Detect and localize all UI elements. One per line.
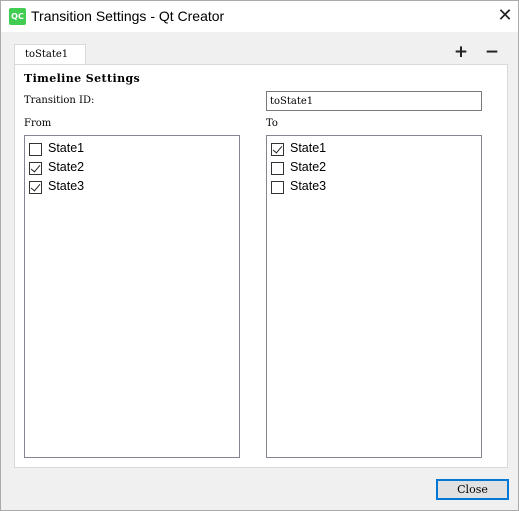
to-state-checkbox[interactable] [271,162,284,175]
tab-tostate1[interactable]: toState1 [14,44,86,65]
add-transition-icon[interactable]: + [451,42,471,62]
remove-transition-icon[interactable]: − [482,42,502,62]
to-states-list[interactable]: State1 State2 State3 [266,135,482,458]
transition-id-label: Transition ID: [24,95,95,106]
timeline-settings-heading: Timeline Settings [24,72,141,85]
to-state-checkbox[interactable] [271,143,284,156]
to-label: To [266,118,278,129]
from-state-label: State3 [48,179,85,193]
window-close-icon[interactable]: ✕ [495,6,515,26]
to-state-label: State1 [290,141,327,155]
transition-id-input[interactable] [266,91,482,111]
from-state-item[interactable]: State2 [29,159,229,177]
to-state-label: State3 [290,179,327,193]
from-label: From [24,118,52,129]
title-bar: QC Transition Settings - Qt Creator ✕ [1,1,518,32]
tab-page: Timeline Settings Transition ID: From To… [14,64,508,468]
from-state-checkbox[interactable] [29,143,42,156]
from-state-checkbox[interactable] [29,162,42,175]
qt-creator-app-icon: QC [9,8,26,25]
to-state-item[interactable]: State3 [271,178,471,196]
close-button[interactable]: Close [436,479,509,500]
from-state-label: State1 [48,141,85,155]
dialog-window: QC Transition Settings - Qt Creator ✕ to… [0,0,519,511]
from-state-label: State2 [48,160,85,174]
to-state-item[interactable]: State1 [271,140,471,158]
to-state-item[interactable]: State2 [271,159,471,177]
from-state-item[interactable]: State3 [29,178,229,196]
from-states-list[interactable]: State1 State2 State3 [24,135,240,458]
from-state-item[interactable]: State1 [29,140,229,158]
checkmark-icon [272,143,283,154]
to-state-label: State2 [290,160,327,174]
checkmark-icon [30,162,41,173]
window-title: Transition Settings - Qt Creator [31,8,225,24]
from-state-checkbox[interactable] [29,181,42,194]
checkmark-icon [30,181,41,192]
to-state-checkbox[interactable] [271,181,284,194]
